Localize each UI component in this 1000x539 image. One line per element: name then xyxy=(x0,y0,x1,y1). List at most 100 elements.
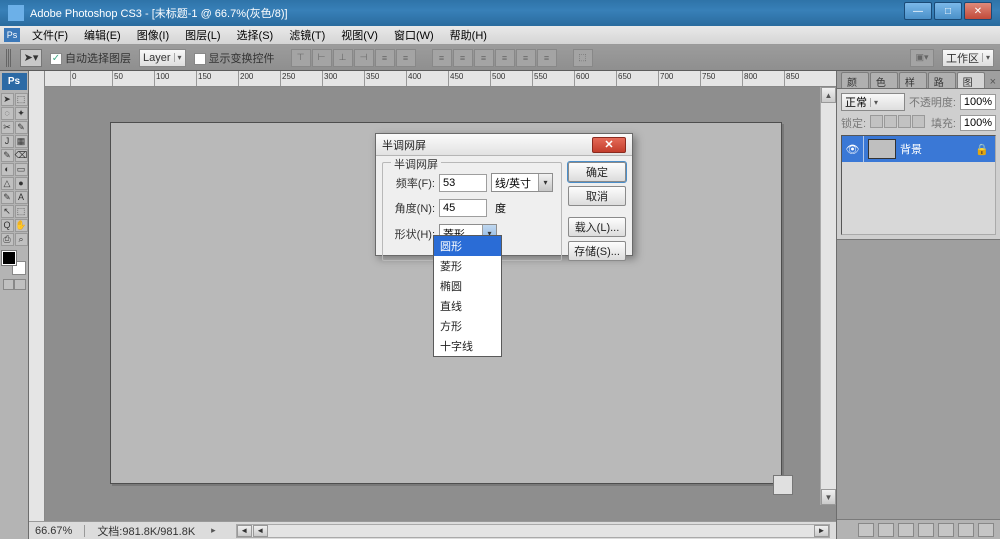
grip-icon[interactable] xyxy=(6,49,12,67)
resize-handle-icon[interactable] xyxy=(773,475,793,495)
zoom-level[interactable]: 66.67% xyxy=(35,525,72,537)
lock-all-icon[interactable] xyxy=(912,115,925,128)
lock-pos-icon[interactable] xyxy=(898,115,911,128)
frequency-unit-select[interactable]: 线/英寸▾ xyxy=(491,173,553,192)
tab-color[interactable]: 颜色 xyxy=(841,72,869,88)
layer-combo[interactable]: Layer▾ xyxy=(139,49,186,67)
menu-help[interactable]: 帮助(H) xyxy=(442,25,495,45)
blend-mode-combo[interactable]: 正常▾ xyxy=(841,93,905,111)
shape-option[interactable]: 圆形 xyxy=(434,236,501,256)
dist-btn[interactable]: ≡ xyxy=(495,49,515,67)
ok-button[interactable]: 确定 xyxy=(568,162,626,182)
load-button[interactable]: 载入(L)... xyxy=(568,217,626,237)
shape-option[interactable]: 椭圆 xyxy=(434,276,501,296)
align-btn[interactable]: ⊣ xyxy=(354,49,374,67)
show-transform-checkbox[interactable] xyxy=(194,53,206,65)
dist-btn[interactable]: ≡ xyxy=(453,49,473,67)
adjustment-icon[interactable] xyxy=(918,523,934,537)
tool-button[interactable]: ⬚ xyxy=(15,93,28,106)
chevron-right-icon[interactable]: ▸ xyxy=(211,525,216,536)
scroll-up-button[interactable]: ▲ xyxy=(821,87,836,103)
scroll-down-button[interactable]: ▼ xyxy=(821,489,836,505)
tool-button[interactable]: ➤ xyxy=(1,93,14,106)
tool-button[interactable]: ⌕ xyxy=(15,233,28,246)
minimize-button[interactable]: — xyxy=(904,2,932,20)
tool-button[interactable]: ● xyxy=(15,177,28,190)
tool-button[interactable]: J xyxy=(1,135,14,148)
tool-button[interactable]: ◐ xyxy=(1,163,14,176)
tool-button[interactable]: ✦ xyxy=(15,107,28,120)
menu-edit[interactable]: 编辑(E) xyxy=(76,25,129,45)
trash-icon[interactable] xyxy=(978,523,994,537)
lock-pixels-icon[interactable] xyxy=(884,115,897,128)
visibility-eye-icon[interactable]: 👁 xyxy=(842,136,864,162)
misc-btn[interactable]: ⬚ xyxy=(573,49,593,67)
shape-option[interactable]: 菱形 xyxy=(434,256,501,276)
tool-button[interactable]: ⌫ xyxy=(15,149,28,162)
tab-paths[interactable]: 路径 xyxy=(928,72,956,88)
tool-button[interactable]: ▭ xyxy=(15,163,28,176)
tab-swatches[interactable]: 色板 xyxy=(870,72,898,88)
align-btn[interactable]: ⊢ xyxy=(312,49,332,67)
shape-option[interactable]: 十字线 xyxy=(434,336,501,356)
scrollbar-horizontal[interactable]: ◄ ◄ ► xyxy=(236,524,830,538)
dialog-titlebar[interactable]: 半调网屏 ✕ xyxy=(376,134,632,156)
tool-button[interactable]: ✎ xyxy=(15,121,28,134)
panel-close-icon[interactable]: × xyxy=(986,76,1000,88)
scrollbar-vertical[interactable]: ▲ ▼ xyxy=(820,87,836,505)
tool-button[interactable]: ✂ xyxy=(1,121,14,134)
scroll-left2-button[interactable]: ◄ xyxy=(253,525,268,537)
shape-option[interactable]: 方形 xyxy=(434,316,501,336)
tool-button[interactable]: Q xyxy=(1,219,14,232)
menu-file[interactable]: 文件(F) xyxy=(24,25,76,45)
layer-thumbnail[interactable] xyxy=(868,139,896,159)
lock-trans-icon[interactable] xyxy=(870,115,883,128)
quickmask-toggle[interactable] xyxy=(3,279,26,290)
menu-filter[interactable]: 滤镜(T) xyxy=(281,25,333,45)
align-btn[interactable]: ⊥ xyxy=(333,49,353,67)
tool-button[interactable]: ↖ xyxy=(1,205,14,218)
group-icon[interactable] xyxy=(938,523,954,537)
goto-bridge-button[interactable]: ▣▾ xyxy=(910,49,934,67)
auto-select-checkbox[interactable]: ✓ xyxy=(50,53,62,65)
menu-image[interactable]: 图像(I) xyxy=(129,25,177,45)
menu-view[interactable]: 视图(V) xyxy=(333,25,386,45)
link-layers-icon[interactable] xyxy=(858,523,874,537)
tool-button[interactable]: ◌ xyxy=(1,107,14,120)
frequency-input[interactable] xyxy=(439,174,487,192)
save-button[interactable]: 存储(S)... xyxy=(568,241,626,261)
dist-btn[interactable]: ≡ xyxy=(432,49,452,67)
cancel-button[interactable]: 取消 xyxy=(568,186,626,206)
tool-button[interactable]: ▦ xyxy=(15,135,28,148)
current-tool-icon[interactable]: ➤▾ xyxy=(20,49,42,67)
close-button[interactable]: ✕ xyxy=(964,2,992,20)
tool-button[interactable]: ⬚ xyxy=(15,205,28,218)
dist-btn[interactable]: ≡ xyxy=(474,49,494,67)
mask-icon[interactable] xyxy=(898,523,914,537)
dist-btn[interactable]: ≡ xyxy=(516,49,536,67)
layer-row[interactable]: 👁 背景 🔒 xyxy=(842,136,995,162)
color-swatches[interactable] xyxy=(2,251,26,275)
dialog-close-button[interactable]: ✕ xyxy=(592,137,626,153)
fg-color[interactable] xyxy=(2,251,16,265)
tool-button[interactable]: △ xyxy=(1,177,14,190)
menu-window[interactable]: 窗口(W) xyxy=(386,25,442,45)
tool-button[interactable]: ⎙ xyxy=(1,233,14,246)
tab-layers[interactable]: 图层 xyxy=(957,72,985,88)
angle-input[interactable] xyxy=(439,199,487,217)
fill-field[interactable]: 100% xyxy=(960,115,996,131)
scroll-right-button[interactable]: ► xyxy=(814,525,829,537)
new-layer-icon[interactable] xyxy=(958,523,974,537)
tool-button[interactable]: ✋ xyxy=(15,219,28,232)
shape-dropdown-list[interactable]: 圆形菱形椭圆直线方形十字线 xyxy=(433,235,502,357)
align-btn[interactable]: ⊤ xyxy=(291,49,311,67)
menu-select[interactable]: 选择(S) xyxy=(229,25,282,45)
scroll-left-button[interactable]: ◄ xyxy=(237,525,252,537)
layer-list[interactable]: 👁 背景 🔒 xyxy=(841,135,996,235)
workspace-combo[interactable]: 工作区▾ xyxy=(942,49,994,67)
align-btn[interactable]: ≡ xyxy=(375,49,395,67)
fx-icon[interactable] xyxy=(878,523,894,537)
doc-info[interactable]: 文档:981.8K/981.8K xyxy=(97,523,195,539)
maximize-button[interactable]: □ xyxy=(934,2,962,20)
opacity-field[interactable]: 100% xyxy=(960,94,996,110)
